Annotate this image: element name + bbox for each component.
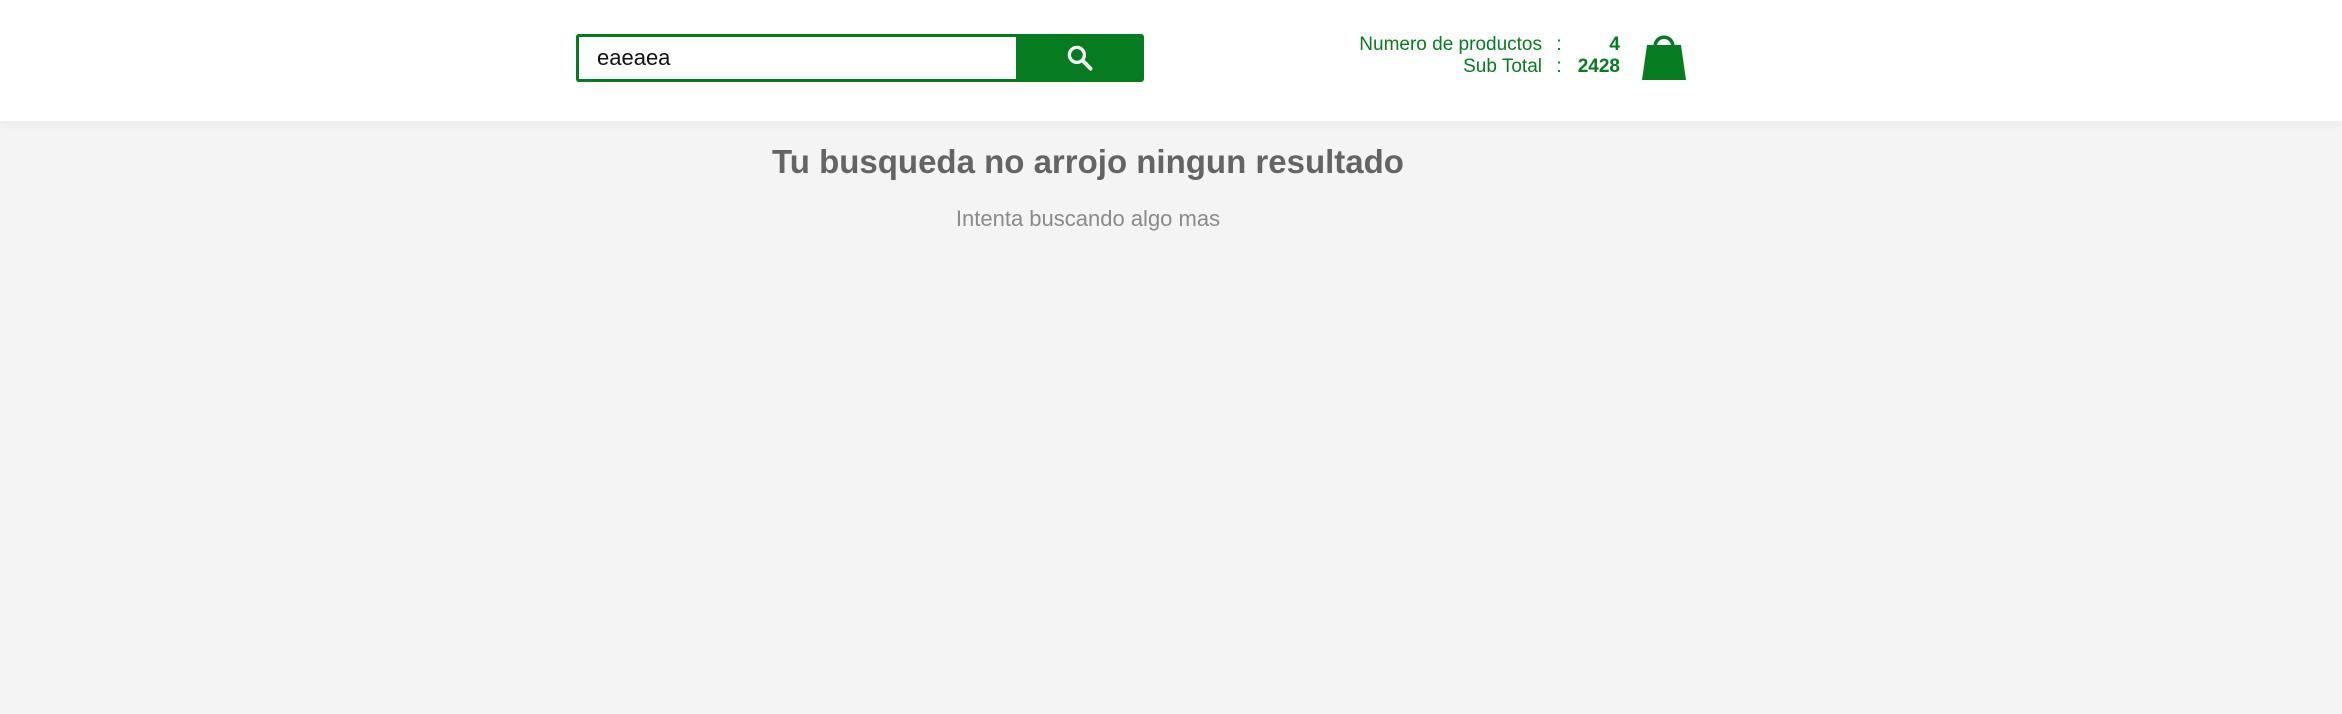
cart-button[interactable] xyxy=(1640,30,1688,82)
cart-summary: Numero de productos : 4 Sub Total : 2428 xyxy=(1300,34,1620,78)
subtotal-value: 2428 xyxy=(1577,56,1620,77)
shopping-bag-icon xyxy=(1642,35,1686,80)
header: Numero de productos : 4 Sub Total : 2428 xyxy=(0,0,2342,121)
subtotal-separator: : xyxy=(1556,56,1562,77)
search-button[interactable] xyxy=(1016,34,1144,82)
search-results: Tu busqueda no arrojo ningun resultado I… xyxy=(0,121,2342,714)
search-input[interactable] xyxy=(576,34,1016,82)
products-count-row: Numero de productos : 4 xyxy=(1300,34,1620,56)
no-results-subtitle: Intenta buscando algo mas xyxy=(955,206,1221,231)
products-count-separator: : xyxy=(1556,34,1562,55)
no-results-title: Tu busqueda no arrojo ningun resultado xyxy=(772,143,1404,180)
subtotal-row: Sub Total : 2428 xyxy=(1300,56,1620,78)
subtotal-label: Sub Total xyxy=(1463,56,1542,77)
search-icon xyxy=(1067,45,1093,71)
products-count-value: 4 xyxy=(1609,34,1620,55)
products-count-label: Numero de productos xyxy=(1359,34,1542,55)
